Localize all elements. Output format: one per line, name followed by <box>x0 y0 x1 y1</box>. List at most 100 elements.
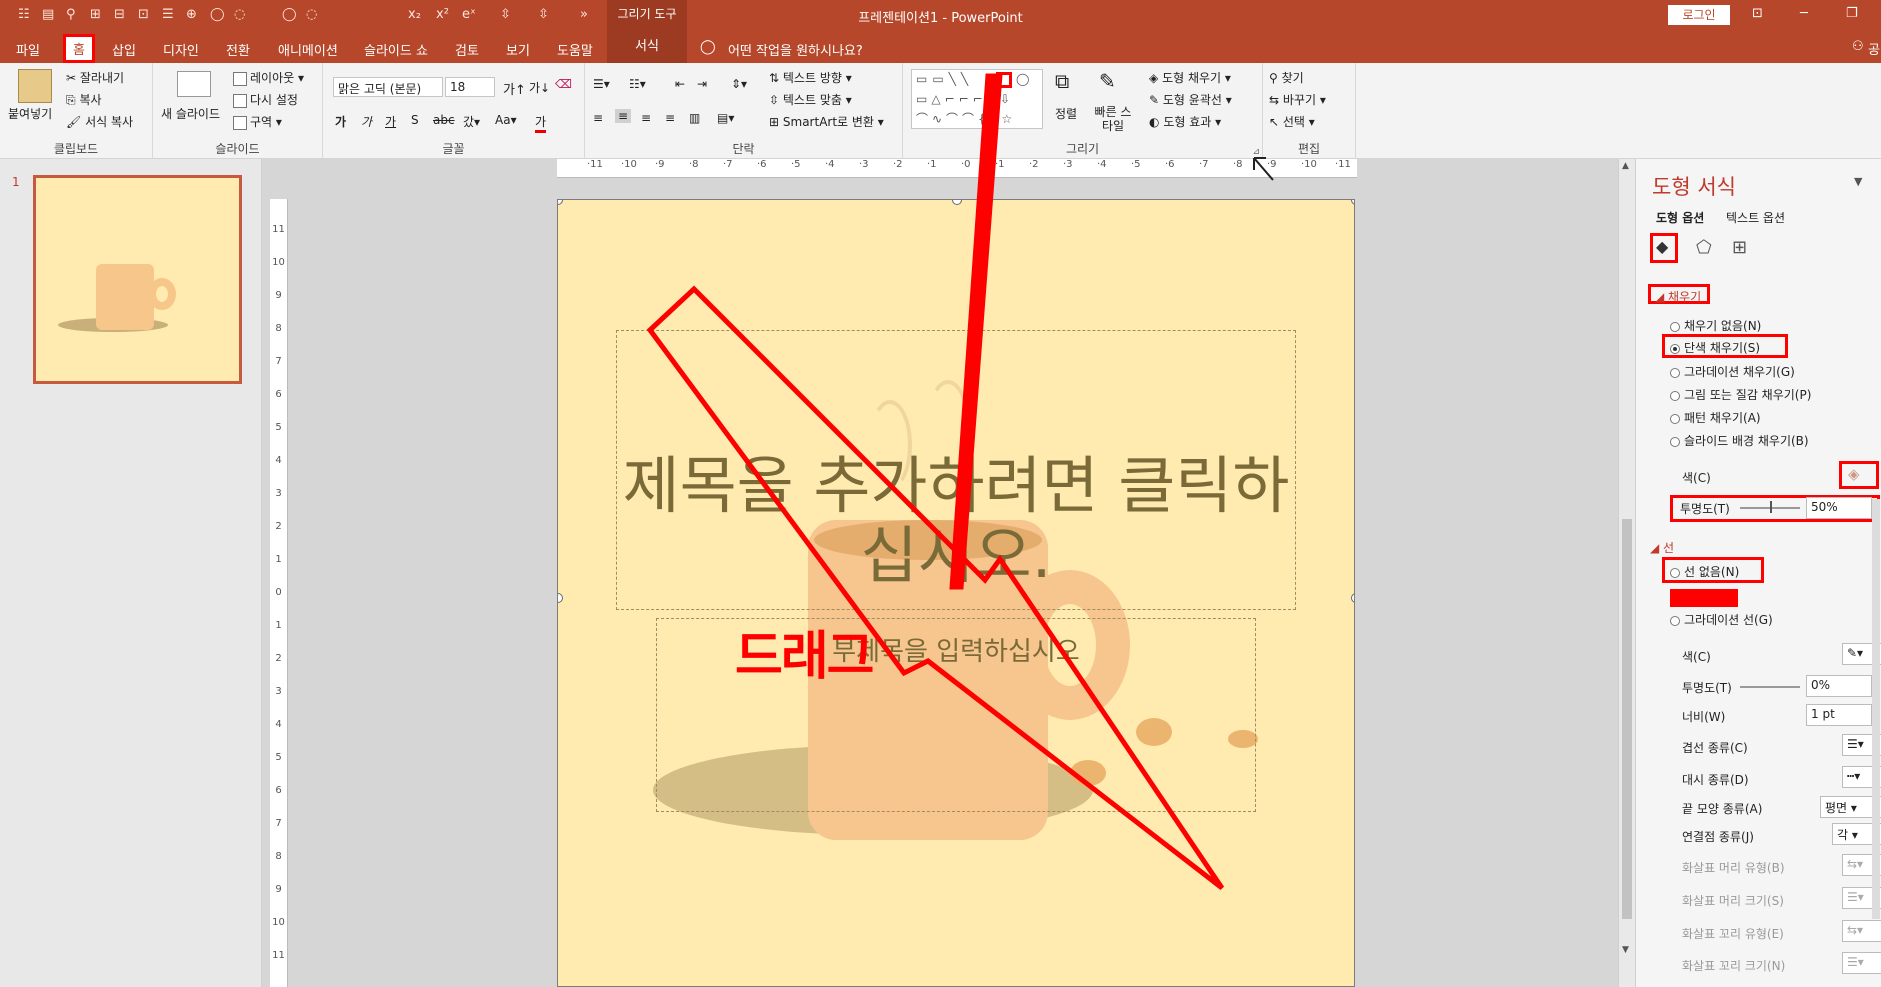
shape-outline-button[interactable]: ✎ 도형 윤곽선 ▾ <box>1149 91 1232 108</box>
font-size-select[interactable]: 18 <box>445 77 495 97</box>
bold-icon[interactable]: 가 <box>335 113 346 130</box>
dialog-launcher-icon[interactable]: ⊿ <box>1252 147 1260 157</box>
resize-handle[interactable] <box>558 593 563 603</box>
fill-option-solid[interactable]: 단색 채우기(S) <box>1670 339 1760 356</box>
transparency-input[interactable]: 50% <box>1806 497 1872 519</box>
format-painter-button[interactable]: 🖌 서식 복사 <box>66 113 133 130</box>
bullets-icon[interactable]: ☰▾ <box>593 77 610 91</box>
grow-font-icon[interactable]: 가↑ <box>503 79 526 98</box>
title-placeholder[interactable]: 제목을 추가하려면 클릭하십시오. <box>616 330 1296 610</box>
cut-button[interactable]: ✂ 잘라내기 <box>66 69 124 86</box>
pane-options-chevron-icon[interactable]: ▼ <box>1854 175 1862 188</box>
tab-file[interactable]: 파일 <box>16 40 40 59</box>
text-direction-button[interactable]: ⇅ 텍스트 방향 ▾ <box>769 69 852 86</box>
decrease-indent-icon[interactable]: ⇤ <box>675 77 685 91</box>
login-button[interactable]: 로그인 <box>1668 5 1730 25</box>
merge-icon[interactable]: ◌ <box>306 7 317 22</box>
reset-button[interactable]: 다시 설정 <box>233 91 298 108</box>
line-option-gradient[interactable]: 그라데이션 선(G) <box>1670 611 1773 628</box>
fill-option-pattern[interactable]: 패턴 채우기(A) <box>1670 409 1761 426</box>
change-case-icon[interactable]: Aa▾ <box>495 113 517 127</box>
line-section-header[interactable]: ◢ 선 <box>1650 539 1674 556</box>
tab-format[interactable]: 서식 <box>607 30 687 63</box>
numbering-icon[interactable]: ☷▾ <box>629 77 646 91</box>
distribute-icon[interactable]: ▥ <box>689 111 700 125</box>
new-slide-icon[interactable] <box>177 71 211 97</box>
tab-review[interactable]: 검토 <box>455 40 479 59</box>
replace-button[interactable]: ⇆ 바꾸기 ▾ <box>1269 91 1326 108</box>
arrow-end-size-select[interactable]: ☰▾ <box>1842 952 1881 974</box>
shape-fill-button[interactable]: ◈ 도형 채우기 ▾ <box>1149 69 1231 86</box>
subscript-icon[interactable]: x₂ <box>408 7 421 22</box>
fill-option-slide-bg[interactable]: 슬라이드 배경 채우기(B) <box>1670 432 1809 449</box>
fill-color-button[interactable]: ◈ <box>1839 461 1879 489</box>
slide-thumbnail[interactable] <box>33 175 242 384</box>
equation-icon[interactable]: eˣ <box>462 7 476 22</box>
new-slide-button[interactable]: 새 슬라이드 <box>161 105 220 122</box>
fill-section-header[interactable]: ◢ 채우기 <box>1648 284 1710 304</box>
align-icon[interactable]: ⊞ <box>90 7 101 22</box>
transparency-slider-thumb[interactable] <box>1770 501 1772 513</box>
shape-icon[interactable]: ◌ <box>234 7 245 22</box>
align-left-icon[interactable]: ☰ <box>162 7 174 22</box>
tab-design[interactable]: 디자인 <box>163 40 199 59</box>
font-color-icon[interactable]: 가 <box>535 113 547 133</box>
tell-me-box[interactable]: 어떤 작업을 원하시나요? <box>728 40 863 59</box>
underline-icon[interactable]: 가 <box>385 113 396 130</box>
effects-pentagon-icon[interactable]: ⬠ <box>1696 237 1712 258</box>
width-input[interactable]: 1 pt <box>1806 704 1872 726</box>
line-transparency-input[interactable]: 0% <box>1806 675 1872 697</box>
scroll-thumb[interactable] <box>1622 519 1632 919</box>
tab-slideshow[interactable]: 슬라이드 쇼 <box>364 40 428 59</box>
scroll-down-icon[interactable]: ▼ <box>1622 945 1629 955</box>
tab-help[interactable]: 도움말 <box>557 40 593 59</box>
align-text-button[interactable]: ⇳ 텍스트 맞춤 ▾ <box>769 91 852 108</box>
fill-line-icon[interactable]: ◆ <box>1650 233 1678 263</box>
restore-icon[interactable]: ❐ <box>1846 6 1858 21</box>
tab-insert[interactable]: 삽입 <box>112 40 136 59</box>
arrange-button[interactable]: 정렬 <box>1055 105 1077 122</box>
align-center-icon[interactable]: ≡ <box>615 109 632 123</box>
oval-shape-icon[interactable]: ◯ <box>1016 72 1029 86</box>
increase-indent-icon[interactable]: ⇥ <box>697 77 707 91</box>
tab-shape-options[interactable]: 도형 옵션 <box>1656 209 1704 226</box>
line-transparency-slider[interactable] <box>1740 686 1800 688</box>
resize-handle[interactable] <box>1351 593 1354 603</box>
scroll-up-icon[interactable]: ▲ <box>1622 161 1629 171</box>
select-button[interactable]: ↖ 선택 ▾ <box>1269 113 1315 130</box>
paste-button[interactable]: 붙여넣기 <box>8 105 52 122</box>
shapes-gallery[interactable]: ▭▭╲╲ ◯ ▭△⌐⌐⌐▷⇩ ⌒∿⌒⌒{}☆ <box>911 69 1043 129</box>
user-icon[interactable]: ⚇ <box>1852 39 1864 54</box>
resize-handle[interactable] <box>952 200 962 205</box>
vertical-scrollbar[interactable]: ▲ ▼ <box>1618 159 1635 987</box>
strikethrough-icon[interactable]: abc <box>433 113 455 127</box>
arrange-icon[interactable]: ⧉ <box>1055 69 1069 93</box>
resize-handle[interactable] <box>1351 200 1354 205</box>
group-icon[interactable]: ◯ <box>210 7 225 22</box>
spacing-icon[interactable]: ⇳ <box>538 7 549 22</box>
char-spacing-icon[interactable]: 갔▾ <box>463 113 480 130</box>
minimize-icon[interactable]: ─ <box>1800 6 1808 21</box>
ungroup-icon[interactable]: ◯ <box>282 7 297 22</box>
align-left-icon[interactable]: ≡ <box>593 111 603 125</box>
font-name-select[interactable]: 맑은 고딕 (본문) <box>333 77 443 97</box>
copy-button[interactable]: ⎘ 복사 <box>66 91 102 108</box>
rectangle-shape-icon[interactable] <box>996 72 1012 88</box>
list-icon[interactable]: ⊡ <box>138 7 149 22</box>
fill-option-picture[interactable]: 그림 또는 질감 채우기(P) <box>1670 386 1811 403</box>
fill-option-none[interactable]: 채우기 없음(N) <box>1670 317 1761 334</box>
quick-styles-icon[interactable]: ✎ <box>1099 69 1116 93</box>
tab-view[interactable]: 보기 <box>506 40 530 59</box>
slide[interactable]: 제목을 추가하려면 클릭하십시오. 부제목을 입력하십시오 <box>557 199 1355 987</box>
italic-icon[interactable]: 가 <box>361 113 372 130</box>
layout-button[interactable]: 레이아웃 ▾ <box>233 69 304 86</box>
chart-icon[interactable]: ⊟ <box>114 7 125 22</box>
align-right-icon[interactable]: ≡ <box>641 111 651 125</box>
save-icon[interactable]: ▤ <box>42 7 54 22</box>
line-spacing-icon[interactable]: ⇳ <box>500 7 511 22</box>
customize-icon[interactable]: ☷ <box>18 7 30 22</box>
share-label[interactable]: 공 <box>1868 39 1880 58</box>
shape-effects-button[interactable]: ◐ 도형 효과 ▾ <box>1149 113 1221 130</box>
arrow-end-type-select[interactable]: ⇆▾ <box>1842 920 1881 942</box>
tab-text-options[interactable]: 텍스트 옵션 <box>1726 209 1785 226</box>
